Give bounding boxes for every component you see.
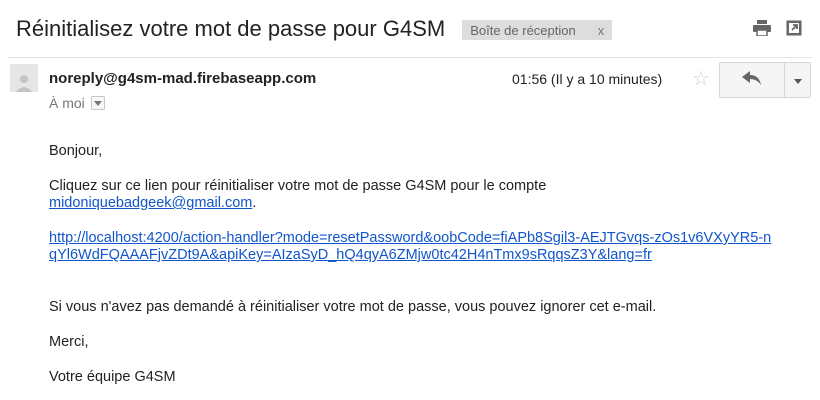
instruction-paragraph: Cliquez sur ce lien pour réinitialiser v… bbox=[49, 178, 789, 212]
account-suffix: . bbox=[252, 195, 257, 211]
instruction-text: Cliquez sur ce lien pour réinitialiser v… bbox=[49, 178, 547, 194]
reply-button[interactable] bbox=[720, 63, 785, 97]
email-subject: Réinitialisez votre mot de passe pour G4… bbox=[16, 16, 446, 41]
sender-address[interactable]: noreply@g4sm-mad.firebaseapp.com bbox=[49, 70, 316, 87]
reset-link-paragraph: http://localhost:4200/action-handler?mod… bbox=[49, 230, 779, 264]
inbox-label[interactable]: Boîte de réception x bbox=[462, 20, 613, 40]
signature-text: Votre équipe G4SM bbox=[49, 369, 176, 385]
more-options-button[interactable] bbox=[785, 63, 810, 97]
message-timestamp: 01:56 (Il y a 10 minutes) bbox=[512, 71, 663, 87]
header-actions bbox=[752, 18, 804, 38]
reset-password-link[interactable]: http://localhost:4200/action-handler?mod… bbox=[49, 230, 771, 263]
print-icon[interactable] bbox=[752, 18, 772, 38]
subject-row: Réinitialisez votre mot de passe pour G4… bbox=[16, 14, 804, 44]
inbox-label-text: Boîte de réception bbox=[470, 22, 576, 38]
greeting-text: Bonjour, bbox=[49, 143, 103, 159]
chevron-down-icon[interactable] bbox=[90, 96, 105, 110]
email-view: Réinitialisez votre mot de passe pour G4… bbox=[0, 0, 820, 400]
recipient-line: À moi bbox=[49, 95, 105, 111]
thanks-text: Merci, bbox=[49, 334, 89, 350]
recipient-label: À moi bbox=[49, 95, 85, 111]
remove-label-button[interactable]: x bbox=[598, 23, 605, 38]
new-window-icon[interactable] bbox=[784, 18, 804, 38]
chevron-down-icon bbox=[793, 71, 802, 89]
account-email-link[interactable]: midoniquebadgeek@gmail.com bbox=[49, 195, 252, 211]
star-icon[interactable]: ☆ bbox=[692, 69, 710, 89]
ignore-note-text: Si vous n'avez pas demandé à réinitialis… bbox=[49, 299, 657, 315]
person-icon bbox=[10, 64, 38, 92]
reply-icon bbox=[742, 70, 762, 90]
header-divider bbox=[8, 57, 812, 58]
reply-button-group bbox=[719, 62, 811, 98]
